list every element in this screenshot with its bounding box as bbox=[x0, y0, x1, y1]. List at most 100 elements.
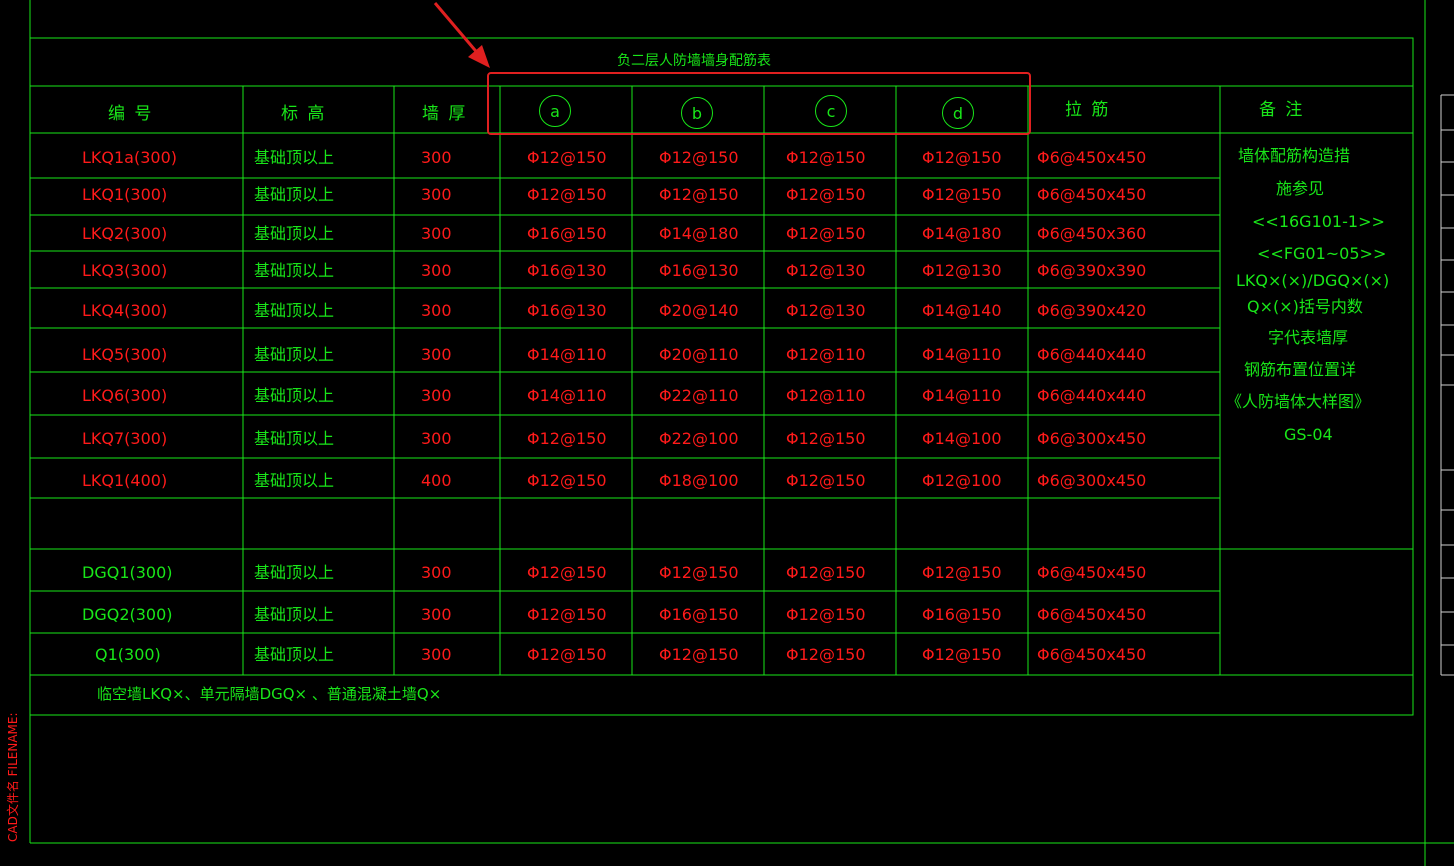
cell-tie-bar: Φ6@390x420 bbox=[1037, 301, 1147, 320]
cell-id: LKQ4(300) bbox=[82, 301, 168, 320]
cell-rebar-d: Φ12@130 bbox=[922, 261, 1002, 280]
table-grid bbox=[29, 0, 1454, 866]
cell-tie-bar: Φ6@440x440 bbox=[1037, 345, 1147, 364]
cell-rebar-c: Φ12@150 bbox=[786, 148, 866, 167]
cell-rebar-a: Φ12@150 bbox=[527, 185, 607, 204]
cell-elevation: 基础顶以上 bbox=[254, 563, 335, 582]
cell-rebar-a: Φ14@110 bbox=[527, 386, 607, 405]
cell-rebar-b: Φ16@130 bbox=[659, 261, 739, 280]
cell-rebar-b: Φ12@150 bbox=[659, 185, 739, 204]
cell-tie-bar: Φ6@440x440 bbox=[1037, 386, 1147, 405]
cell-elevation: 基础顶以上 bbox=[254, 345, 335, 364]
cell-rebar-b: Φ14@180 bbox=[659, 224, 739, 243]
cell-rebar-b: Φ18@100 bbox=[659, 471, 739, 490]
remark-line: <<16G101-1>> bbox=[1252, 212, 1385, 231]
cell-rebar-a: Φ12@150 bbox=[527, 148, 607, 167]
header-tie-bar: 拉 筋 bbox=[1065, 100, 1111, 120]
cell-rebar-c: Φ12@150 bbox=[786, 429, 866, 448]
cell-rebar-b: Φ12@150 bbox=[659, 148, 739, 167]
cell-rebar-c: Φ12@150 bbox=[786, 224, 866, 243]
cell-rebar-b: Φ16@150 bbox=[659, 605, 739, 624]
cell-elevation: 基础顶以上 bbox=[254, 261, 335, 280]
cell-tie-bar: Φ6@300x450 bbox=[1037, 429, 1147, 448]
cell-rebar-b: Φ20@140 bbox=[659, 301, 739, 320]
cell-rebar-d: Φ14@110 bbox=[922, 386, 1002, 405]
cell-thickness: 300 bbox=[421, 185, 452, 204]
cell-tie-bar: Φ6@390x390 bbox=[1037, 261, 1147, 280]
cell-rebar-d: Φ14@100 bbox=[922, 429, 1002, 448]
remark-line: 钢筋布置位置详 bbox=[1244, 360, 1357, 379]
cell-rebar-a: Φ12@150 bbox=[527, 429, 607, 448]
header-remarks: 备 注 bbox=[1259, 100, 1305, 120]
cell-rebar-c: Φ12@150 bbox=[786, 563, 866, 582]
cell-tie-bar: Φ6@450x360 bbox=[1037, 224, 1147, 243]
cell-tie-bar: Φ6@450x450 bbox=[1037, 645, 1147, 664]
remark-line: <<FG01~05>> bbox=[1257, 244, 1387, 263]
cell-thickness: 300 bbox=[421, 386, 452, 405]
cell-id: LKQ3(300) bbox=[82, 261, 168, 280]
cell-rebar-c: Φ12@150 bbox=[786, 185, 866, 204]
cell-thickness: 300 bbox=[421, 261, 452, 280]
remark-line: GS-04 bbox=[1284, 425, 1333, 444]
header-a: a bbox=[550, 101, 560, 121]
cell-id: DGQ1(300) bbox=[82, 563, 173, 582]
cell-thickness: 300 bbox=[421, 563, 452, 582]
cell-thickness: 300 bbox=[421, 224, 452, 243]
remark-line: 墙体配筋构造措 bbox=[1238, 146, 1351, 165]
header-thickness: 墙 厚 bbox=[422, 104, 468, 124]
cell-rebar-d: Φ14@180 bbox=[922, 224, 1002, 243]
cell-rebar-d: Φ12@150 bbox=[922, 185, 1002, 204]
remark-line: 施参见 bbox=[1276, 179, 1325, 198]
cell-rebar-c: Φ12@150 bbox=[786, 605, 866, 624]
cell-rebar-b: Φ12@150 bbox=[659, 563, 739, 582]
cell-rebar-a: Φ12@150 bbox=[527, 645, 607, 664]
cell-elevation: 基础顶以上 bbox=[254, 224, 335, 243]
cell-thickness: 300 bbox=[421, 148, 452, 167]
header-elevation: 标 高 bbox=[281, 104, 327, 124]
cell-id: LKQ1(300) bbox=[82, 185, 168, 204]
cell-thickness: 300 bbox=[421, 345, 452, 364]
cell-elevation: 基础顶以上 bbox=[254, 301, 335, 320]
cell-id: LKQ6(300) bbox=[82, 386, 168, 405]
cell-elevation: 基础顶以上 bbox=[254, 429, 335, 448]
cell-thickness: 300 bbox=[421, 429, 452, 448]
cell-elevation: 基础顶以上 bbox=[254, 185, 335, 204]
cell-elevation: 基础顶以上 bbox=[254, 148, 335, 167]
cell-elevation: 基础顶以上 bbox=[254, 386, 335, 405]
cell-rebar-d: Φ12@150 bbox=[922, 645, 1002, 664]
cell-rebar-b: Φ12@150 bbox=[659, 645, 739, 664]
cell-tie-bar: Φ6@300x450 bbox=[1037, 471, 1147, 490]
cell-rebar-d: Φ12@150 bbox=[922, 563, 1002, 582]
header-b: b bbox=[691, 103, 703, 123]
header-c-circle: c bbox=[815, 95, 847, 127]
cell-rebar-c: Φ12@150 bbox=[786, 645, 866, 664]
cell-id: LKQ1(400) bbox=[82, 471, 168, 490]
cell-elevation: 基础顶以上 bbox=[254, 605, 335, 624]
cell-id: Q1(300) bbox=[95, 645, 161, 664]
cell-rebar-b: Φ22@100 bbox=[659, 429, 739, 448]
footer-note: 临空墙LKQ×、单元隔墙DGQ× 、普通混凝土墙Q× bbox=[97, 685, 442, 703]
cell-id: DGQ2(300) bbox=[82, 605, 173, 624]
remark-line: 《人防墙体大样图》 bbox=[1226, 392, 1371, 411]
cell-id: LKQ5(300) bbox=[82, 345, 168, 364]
header-a-circle: a bbox=[539, 95, 571, 127]
cell-tie-bar: Φ6@450x450 bbox=[1037, 148, 1147, 167]
cell-thickness: 300 bbox=[421, 301, 452, 320]
cell-tie-bar: Φ6@450x450 bbox=[1037, 185, 1147, 204]
cell-tie-bar: Φ6@450x450 bbox=[1037, 563, 1147, 582]
header-b-circle: b bbox=[681, 97, 713, 129]
annotation-arrow-icon bbox=[433, 2, 490, 68]
cell-elevation: 基础顶以上 bbox=[254, 471, 335, 490]
remark-line: Q×(×)括号内数 bbox=[1247, 297, 1363, 316]
header-id: 编 号 bbox=[108, 104, 154, 124]
remark-line: 字代表墙厚 bbox=[1268, 328, 1349, 347]
cell-rebar-d: Φ16@150 bbox=[922, 605, 1002, 624]
cell-rebar-c: Φ12@130 bbox=[786, 261, 866, 280]
cell-elevation: 基础顶以上 bbox=[254, 645, 335, 664]
cell-rebar-a: Φ14@110 bbox=[527, 345, 607, 364]
remark-line: LKQ×(×)/DGQ×(×) bbox=[1236, 271, 1390, 290]
cell-rebar-d: Φ12@100 bbox=[922, 471, 1002, 490]
cell-thickness: 400 bbox=[421, 471, 452, 490]
cell-rebar-a: Φ16@130 bbox=[527, 261, 607, 280]
title-block-edge bbox=[1440, 94, 1454, 676]
